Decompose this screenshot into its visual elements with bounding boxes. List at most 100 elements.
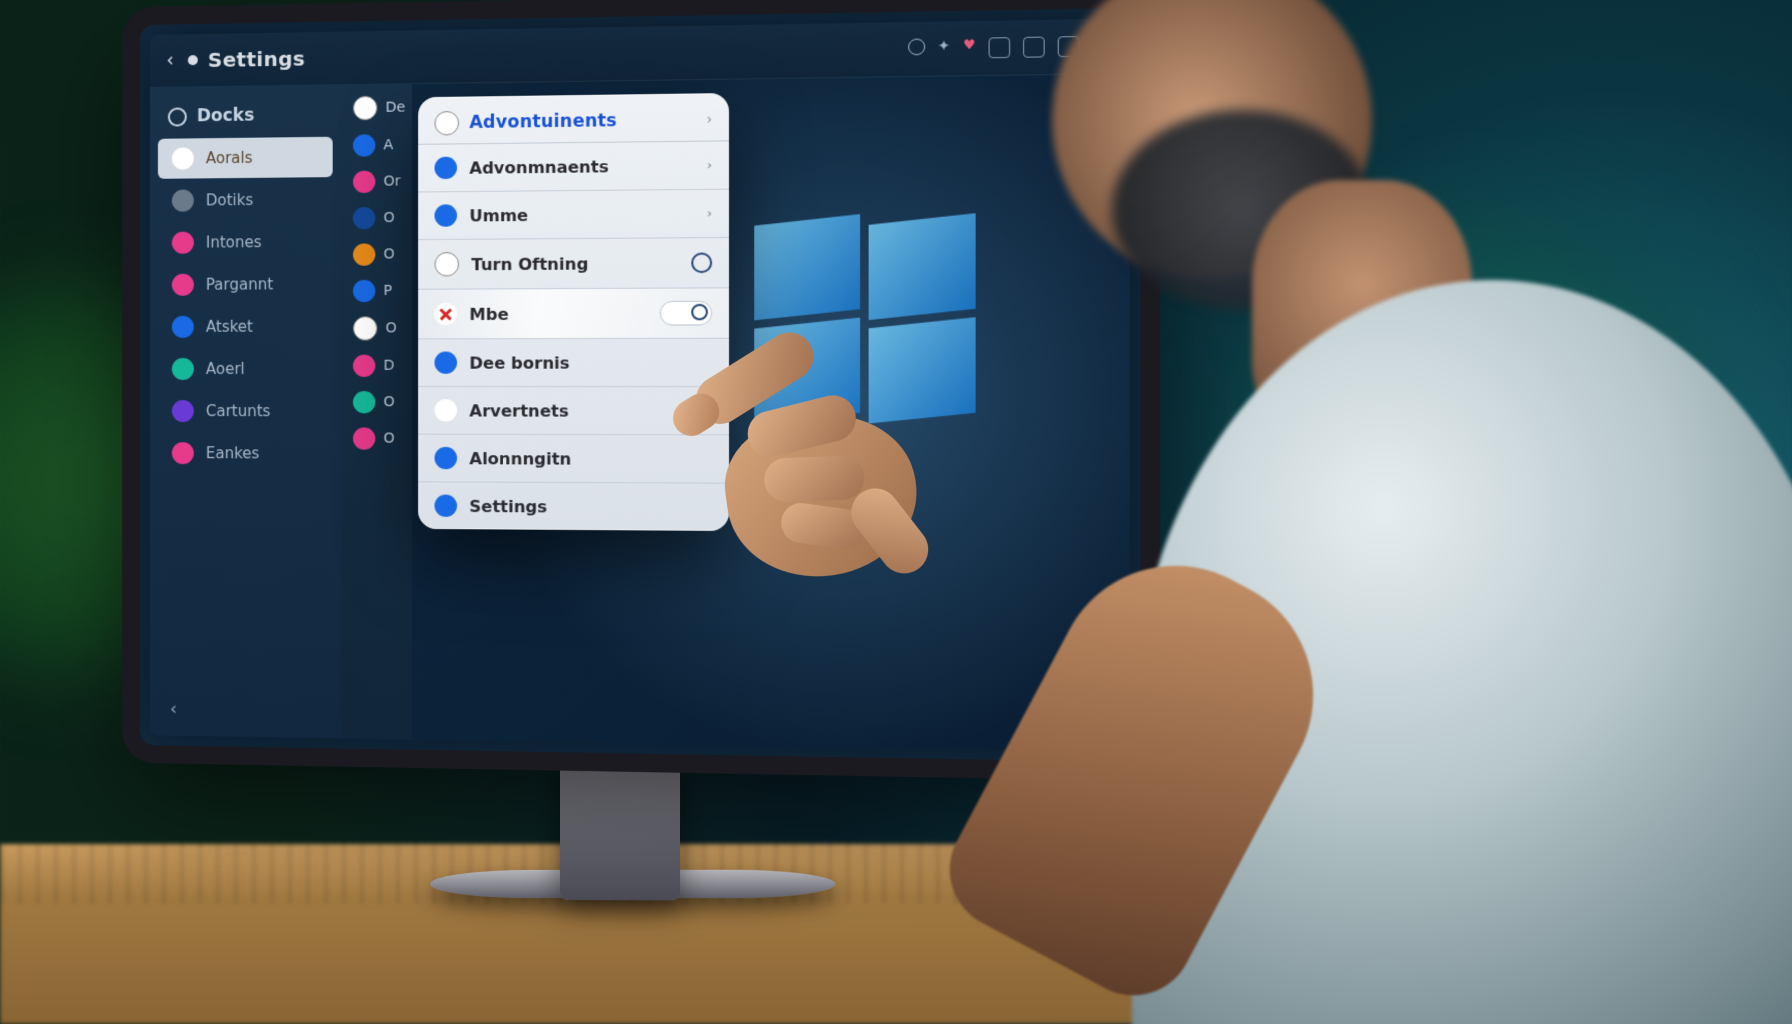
popover-title: Advontuinents: [469, 111, 617, 133]
row-icon: [434, 495, 457, 517]
category-item-8[interactable]: O: [341, 391, 407, 413]
category-item-1[interactable]: A: [341, 134, 406, 157]
dot-icon: [188, 55, 198, 65]
category-label: O: [386, 320, 397, 336]
sidebar-item-7[interactable]: Eankes: [158, 433, 333, 474]
sidebar-item-4[interactable]: Atsket: [158, 306, 333, 347]
radio-icon[interactable]: [691, 252, 712, 273]
pointing-hand: [622, 290, 958, 609]
sidebar-item-0[interactable]: Aorals: [158, 137, 333, 179]
row-label: Umme: [469, 205, 528, 225]
row-icon: [434, 303, 457, 325]
category-icon: [353, 355, 375, 377]
row-label: Arvertnets: [469, 401, 568, 420]
sidebar-item-icon: [172, 400, 194, 422]
sidebar-item-label: Aorals: [206, 149, 253, 168]
category-label: De: [386, 99, 406, 115]
sidebar-header[interactable]: Docks: [150, 94, 341, 137]
sidebar-item-icon: [172, 316, 194, 338]
category-icon: [353, 243, 375, 265]
category-item-0[interactable]: De: [341, 95, 418, 120]
sidebar-item-icon: [172, 147, 194, 169]
sidebar-header-label: Docks: [197, 105, 254, 126]
category-label: D: [383, 358, 394, 374]
category-icon: [353, 316, 377, 340]
row-label: Turn Oftning: [471, 254, 588, 274]
sparkle-icon[interactable]: ✦: [938, 38, 951, 59]
row-icon: [434, 204, 457, 227]
window-button-2[interactable]: [1023, 37, 1045, 58]
category-item-6[interactable]: O: [341, 316, 409, 340]
category-icon: [353, 280, 375, 302]
back-arrow-icon[interactable]: [164, 53, 178, 67]
category-item-4[interactable]: O: [341, 243, 407, 266]
sidebar-item-icon: [172, 442, 194, 464]
sidebar-item-5[interactable]: Aoerl: [158, 349, 333, 389]
popover-row-0[interactable]: Advonmnaents ›: [418, 141, 729, 192]
row-icon: [434, 252, 459, 276]
category-icon: [353, 391, 375, 413]
sidebar-item-6[interactable]: Cartunts: [158, 391, 333, 431]
sidebar-back-chevron-icon[interactable]: ‹: [170, 698, 177, 719]
category-icon: [353, 171, 375, 193]
chevron-right-icon: ›: [707, 157, 713, 172]
desk-surface: [0, 844, 1792, 1024]
sidebar-item-icon: [172, 189, 194, 211]
window-button-4[interactable]: [1092, 35, 1114, 56]
sidebar-item-label: Atsket: [206, 318, 253, 336]
sidebar-item-label: Cartunts: [206, 402, 271, 420]
circle-icon: [168, 107, 187, 126]
row-label: Mbe: [469, 304, 508, 323]
row-icon: [434, 352, 457, 374]
sidebar-item-3[interactable]: Pargannt: [158, 264, 333, 305]
row-label: Advonmnaents: [469, 156, 608, 177]
popover-row-1[interactable]: Umme ›: [418, 190, 729, 240]
row-label: Alonnngitn: [469, 448, 571, 468]
ambient-plant-right: [1232, 200, 1732, 700]
category-item-9[interactable]: O: [341, 427, 407, 449]
category-item-5[interactable]: P: [341, 280, 404, 303]
titlebar: Settings ✦ ♥: [150, 18, 1130, 87]
monitor-stand-neck: [560, 760, 680, 901]
sidebar-item-1[interactable]: Dotiks: [158, 179, 333, 221]
chevron-right-icon: ›: [706, 112, 712, 129]
row-label: Dee bornis: [469, 353, 569, 372]
category-label: O: [383, 394, 394, 410]
row-icon: [434, 157, 457, 180]
category-label: P: [383, 283, 392, 299]
category-icon: [353, 427, 375, 449]
category-icon: [353, 207, 375, 229]
row-icon: [434, 447, 457, 469]
sidebar-item-icon: [172, 274, 194, 296]
trackpad: [1229, 894, 1515, 914]
window-button-3[interactable]: [1058, 36, 1080, 57]
category-item-2[interactable]: Or: [341, 170, 413, 193]
chevron-right-icon: ›: [707, 206, 713, 221]
category-label: O: [383, 246, 394, 262]
sidebar-item-label: Dotiks: [206, 191, 253, 209]
sidebar-item-2[interactable]: Intones: [158, 222, 333, 263]
sidebar-item-label: Pargannt: [206, 275, 273, 293]
popover-header[interactable]: Advontuinents ›: [418, 93, 729, 145]
sidebar-item-icon: [172, 358, 194, 380]
category-label: Or: [383, 173, 400, 189]
window-button-1[interactable]: [989, 37, 1011, 58]
category-icon: [353, 134, 375, 156]
row-label: Settings: [469, 496, 547, 516]
sidebar: Docks Aorals Dotiks Intones Pargannt Atsket A…: [150, 84, 342, 738]
heart-icon[interactable]: ♥: [963, 38, 976, 59]
window-title: Settings: [208, 46, 305, 72]
sidebar-item-label: Aoerl: [206, 360, 245, 378]
header-circle-icon: [434, 111, 459, 136]
search-icon[interactable]: [908, 38, 925, 55]
category-column: De A Or O O P O D O O: [341, 83, 412, 739]
sidebar-item-label: Intones: [206, 233, 262, 251]
row-icon: [434, 399, 457, 421]
category-item-3[interactable]: O: [341, 207, 407, 230]
category-label: O: [383, 210, 394, 226]
category-item-7[interactable]: D: [341, 355, 407, 377]
popover-row-2[interactable]: Turn Oftning: [418, 238, 729, 290]
category-icon: [353, 96, 377, 121]
sidebar-item-icon: [172, 232, 194, 254]
category-label: A: [383, 137, 393, 153]
